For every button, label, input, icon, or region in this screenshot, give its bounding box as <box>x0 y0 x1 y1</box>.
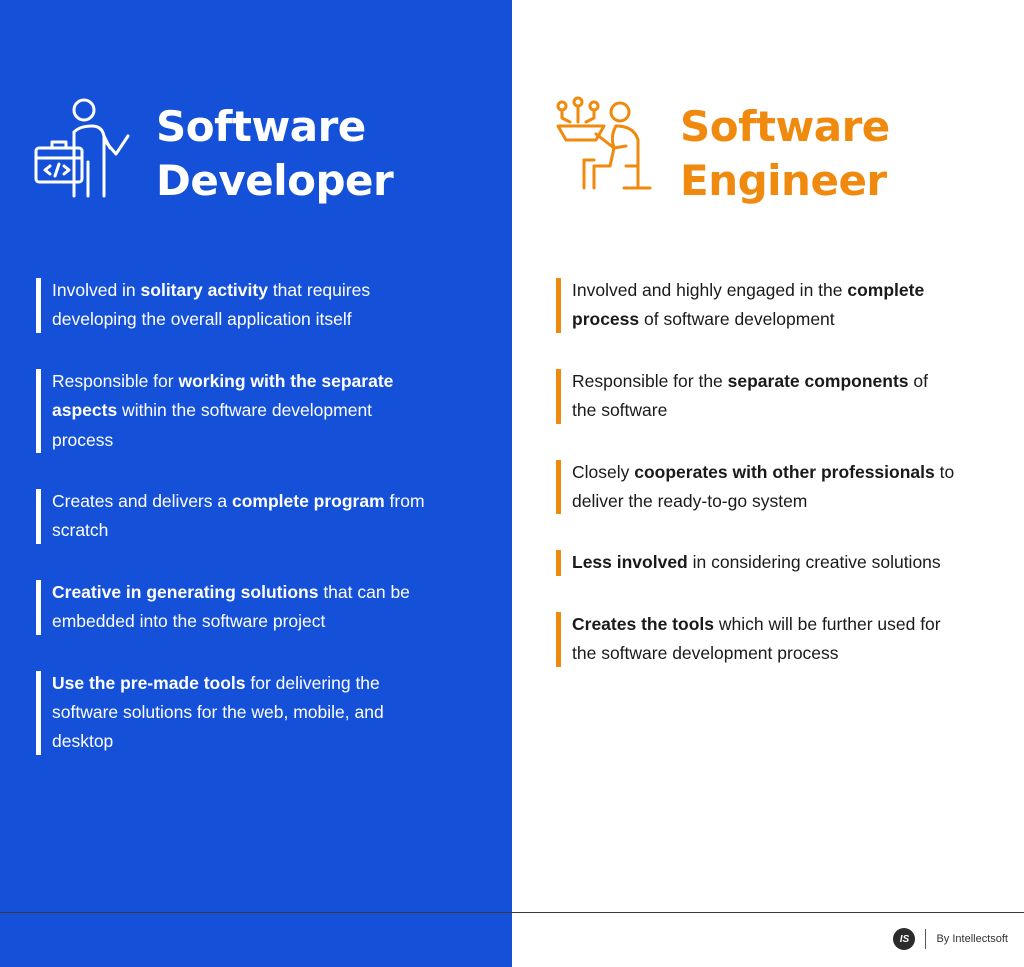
item-text: Closely <box>572 461 635 482</box>
item-text: Involved in <box>52 280 141 300</box>
item-emphasis: solitary activity <box>140 280 268 300</box>
engineer-heading: Software Engineer <box>554 96 890 208</box>
intellectsoft-logo-icon: IS <box>893 928 916 950</box>
developer-item: Involved in solitary activity that requi… <box>36 276 436 335</box>
developer-panel: Software Developer Involved in solitary … <box>0 0 512 967</box>
developer-heading: Software Developer <box>30 96 394 208</box>
developer-list: Involved in solitary activity that requi… <box>36 276 436 789</box>
footer-separator <box>925 929 927 949</box>
engineer-panel: Software Engineer Involved and highly en… <box>512 0 1024 967</box>
item-text: Responsible for <box>52 370 179 391</box>
engineer-item: Creates the tools which will be further … <box>556 610 956 669</box>
footer-credit: By Intellectsoft <box>936 933 1008 945</box>
developer-item: Creates and delivers a complete program … <box>36 487 436 546</box>
item-text: Creates and delivers a <box>52 491 232 512</box>
developer-item: Creative in generating solutions that ca… <box>36 578 436 637</box>
developer-title-line1: Software <box>156 102 366 151</box>
developer-item: Use the pre-made tools for delivering th… <box>36 669 436 757</box>
engineer-at-desk-circuit-icon <box>556 96 652 190</box>
engineer-title: Software Engineer <box>680 100 890 208</box>
developer-title-line2: Developer <box>156 156 394 205</box>
item-emphasis: Use the pre-made tools <box>52 672 246 693</box>
engineer-item: Closely cooperates with other profession… <box>556 458 956 517</box>
engineer-title-line2: Engineer <box>680 156 887 205</box>
item-text: in considering creative solutions <box>687 552 941 573</box>
item-text: Responsible for the <box>572 370 728 391</box>
item-emphasis: Less involved <box>572 552 688 573</box>
item-text: Involved and highly engaged in the <box>572 280 848 300</box>
item-emphasis: separate components <box>727 370 909 391</box>
item-emphasis: Creates the tools <box>572 613 714 634</box>
engineer-item: Responsible for the separate components … <box>556 367 956 426</box>
developer-title: Software Developer <box>156 100 394 208</box>
developer-presenting-code-icon <box>34 98 130 198</box>
engineer-list: Involved and highly engaged in the compl… <box>556 276 956 701</box>
footer: IS By Intellectsoft <box>893 928 1008 950</box>
engineer-item: Involved and highly engaged in the compl… <box>556 276 956 335</box>
item-emphasis: complete program <box>231 491 385 512</box>
item-emphasis: Creative in generating solutions <box>52 581 319 602</box>
engineer-title-line1: Software <box>680 102 890 151</box>
footer-divider <box>0 912 1024 913</box>
developer-item: Responsible for working with the separat… <box>36 367 436 455</box>
item-emphasis: cooperates with other professionals <box>634 461 935 482</box>
engineer-item: Less involved in considering creative so… <box>556 548 956 577</box>
item-text: of software development <box>639 309 835 330</box>
